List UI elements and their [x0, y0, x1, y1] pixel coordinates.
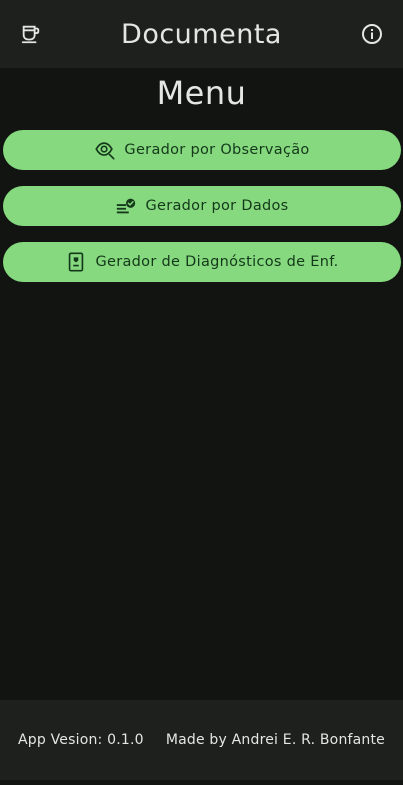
diagnosis-generator-label: Gerador de Diagnósticos de Enf. [95, 254, 339, 270]
app-screen: Documenta Menu Gerador por Observação Ge… [0, 0, 403, 785]
observation-generator-label: Gerador por Observação [124, 142, 310, 158]
app-title: Documenta [121, 18, 282, 50]
menu-title: Menu [156, 74, 247, 112]
data-generator-button[interactable]: Gerador por Dados [3, 186, 401, 226]
eye-search-icon [94, 139, 116, 161]
mug-icon [21, 25, 40, 44]
checklist-icon [115, 195, 137, 217]
footer-bar: App Vesion: 0.1.0 Made by Andrei E. R. B… [0, 700, 403, 780]
info-icon [362, 24, 382, 44]
app-bar: Documenta [0, 0, 403, 68]
id-badge-icon [65, 251, 87, 273]
info-button[interactable] [352, 14, 392, 54]
mug-button[interactable] [11, 14, 51, 54]
diagnosis-generator-button[interactable]: Gerador de Diagnósticos de Enf. [3, 242, 401, 282]
observation-generator-button[interactable]: Gerador por Observação [3, 130, 401, 170]
app-version-text: App Vesion: 0.1.0 [18, 732, 144, 748]
author-text: Made by Andrei E. R. Bonfante [165, 732, 385, 748]
data-generator-label: Gerador por Dados [145, 198, 289, 214]
